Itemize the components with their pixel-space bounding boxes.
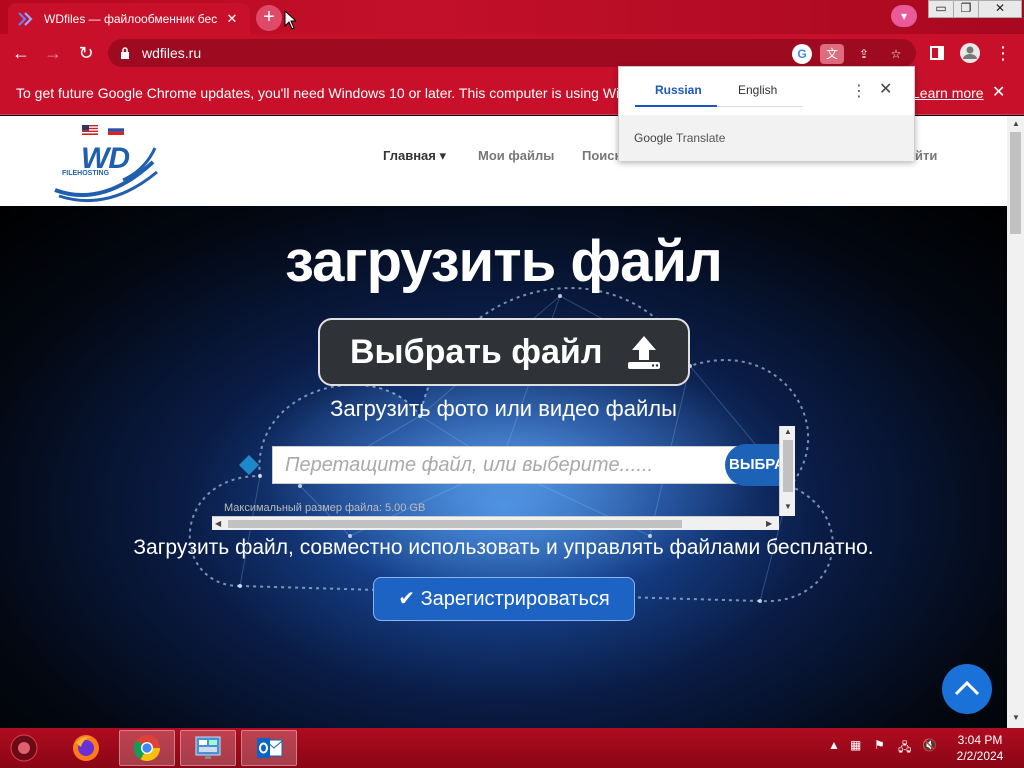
frame-vscroll-thumb[interactable]: [783, 440, 793, 492]
hero-title: загрузить файл: [285, 229, 723, 294]
new-tab-button[interactable]: +: [256, 5, 282, 31]
chrome-menu-icon[interactable]: ⋮: [990, 40, 1016, 66]
active-tab-indicator: [635, 105, 717, 107]
frame-hscroll-thumb[interactable]: [228, 520, 682, 528]
frame-horizontal-scrollbar[interactable]: ◀ ▶: [212, 516, 779, 530]
register-button[interactable]: ✔ Зарегистрироваться: [373, 577, 635, 621]
nav-login[interactable]: йти: [915, 148, 937, 163]
firefox-icon[interactable]: [58, 730, 114, 766]
reload-button[interactable]: ↻: [73, 40, 99, 66]
frame-vertical-scrollbar[interactable]: ▲ ▼: [779, 426, 795, 516]
infobar-close-icon[interactable]: ✕: [992, 71, 1005, 115]
action-center-flag-icon[interactable]: ⚑: [874, 738, 885, 752]
file-drop-input[interactable]: Перетащите файл, или выберите......: [272, 446, 742, 484]
mouse-cursor-icon: [284, 10, 296, 30]
upload-subtitle: Загрузить фото или видео файлы: [330, 396, 677, 421]
show-hidden-icons[interactable]: ▲: [828, 738, 840, 752]
window-restore-button[interactable]: ❐: [953, 0, 979, 18]
scroll-up-arrow-icon[interactable]: ▲: [784, 427, 792, 436]
tab-close-icon[interactable]: ✕: [224, 11, 240, 27]
address-url: wdfiles.ru: [142, 45, 202, 61]
lock-icon: [121, 47, 129, 59]
translate-tab-english[interactable]: English: [738, 83, 777, 97]
windows-taskbar: ▲ ▦ ⚑ 🖧 🔇 3:04 PM 2/2/2024: [0, 728, 1024, 768]
wdfiles-logo[interactable]: WD FILEHOSTING: [53, 142, 161, 204]
learn-more-link[interactable]: Learn more: [912, 71, 984, 115]
outlook-icon[interactable]: [241, 730, 297, 766]
scroll-to-top-button[interactable]: [942, 664, 992, 714]
address-bar[interactable]: wdfiles.ru G 文 ⇪ ☆: [108, 39, 916, 67]
taskbar-clock[interactable]: 3:04 PM 2/2/2024: [950, 732, 1010, 764]
translate-close-icon[interactable]: ✕: [879, 79, 892, 99]
choose-file-button[interactable]: Выбрать файл: [318, 318, 690, 386]
upload-icon: [628, 336, 660, 369]
translate-tab-russian[interactable]: Russian: [655, 83, 702, 97]
tray-device-icon[interactable]: ▦: [850, 738, 861, 752]
network-icon[interactable]: 🖧: [898, 738, 911, 759]
brand-google: Google: [634, 131, 673, 145]
window-close-button[interactable]: ✕: [978, 0, 1022, 18]
clock-date: 2/2/2024: [956, 749, 1004, 763]
russian-flag-icon[interactable]: [108, 125, 124, 135]
page-scroll-thumb[interactable]: [1010, 132, 1021, 234]
brand-translate: Translate: [675, 131, 726, 145]
nav-my-files[interactable]: Мои файлы: [478, 148, 554, 163]
scroll-down-arrow-icon[interactable]: ▼: [784, 502, 792, 511]
google-icon[interactable]: G: [792, 44, 812, 64]
hero-section: загрузить файл Выбрать файл Загрузить фо…: [0, 206, 1007, 728]
control-panel-icon[interactable]: [180, 730, 236, 766]
side-panel-icon[interactable]: [924, 40, 950, 66]
check-icon: ✔: [398, 588, 416, 610]
translate-bubble: Russian English ⋮ ✕ Google Translate: [618, 66, 915, 161]
scroll-right-arrow-icon[interactable]: ▶: [766, 519, 772, 528]
translate-language-tabs: Russian English: [635, 77, 803, 107]
nav-search[interactable]: Поиск: [582, 148, 621, 163]
logo-filehosting: FILEHOSTING: [62, 170, 110, 177]
window-minimize-button[interactable]: ▭: [928, 0, 954, 18]
tab-search-button[interactable]: ▾: [891, 5, 917, 27]
chrome-icon[interactable]: [119, 730, 175, 766]
volume-muted-icon[interactable]: 🔇: [922, 738, 937, 752]
file-upload-frame: Перетащите файл, или выберите...... ВЫБР…: [212, 424, 795, 531]
pick-file-button[interactable]: ВЫБРАТЬ: [725, 444, 781, 486]
share-icon[interactable]: ⇪: [854, 44, 874, 64]
us-flag-icon[interactable]: [82, 125, 98, 135]
max-file-size: Максимальный размер файла: 5.00 GB: [224, 502, 426, 514]
page-scroll-up-icon[interactable]: ▲: [1012, 119, 1020, 128]
google-translate-brand: Google Translate: [619, 115, 914, 161]
nav-home[interactable]: Главная ▾: [383, 148, 446, 164]
clock-time: 3:04 PM: [957, 733, 1003, 747]
chevron-up-icon: [954, 680, 980, 696]
profile-avatar-icon[interactable]: [957, 40, 983, 66]
register-label: Зарегистрироваться: [420, 588, 610, 610]
wdfiles-favicon-icon: [18, 11, 34, 27]
scroll-left-arrow-icon[interactable]: ◀: [215, 519, 221, 528]
browser-tab-active[interactable]: WDfiles — файлообменник бес ✕: [8, 3, 250, 34]
choose-file-label: Выбрать файл: [350, 333, 603, 371]
infobar-message: To get future Google Chrome updates, you…: [16, 85, 672, 101]
bookmark-star-icon[interactable]: ☆: [886, 44, 906, 64]
page-vertical-scrollbar[interactable]: ▲ ▼: [1007, 116, 1024, 728]
page-scroll-down-icon[interactable]: ▼: [1012, 713, 1020, 722]
diamond-icon: [239, 455, 259, 475]
hero-tagline: Загрузить файл, совместно использовать и…: [133, 536, 874, 559]
back-button[interactable]: ←: [8, 40, 34, 66]
browser-titlebar: WDfiles — файлообменник бес ✕ + ▾ ▭ ❐ ✕: [0, 0, 1024, 34]
tab-title: WDfiles — файлообменник бес: [44, 11, 218, 26]
forward-button[interactable]: →: [40, 40, 66, 66]
translate-options-icon[interactable]: ⋮: [851, 81, 867, 101]
start-orb-icon[interactable]: [2, 730, 46, 766]
translate-icon[interactable]: 文: [820, 44, 844, 64]
